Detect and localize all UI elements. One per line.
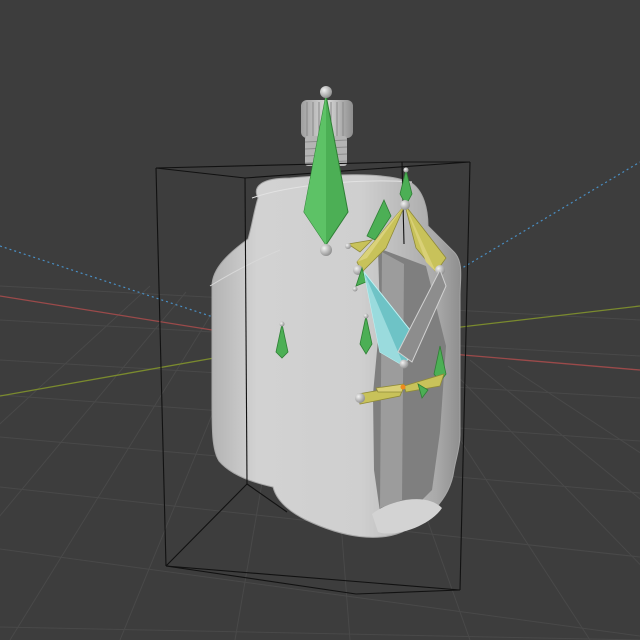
viewport-scene[interactable] (0, 0, 640, 640)
bottle-inner-wall (380, 252, 404, 508)
bone-bottom-left-joint[interactable] (355, 393, 365, 403)
bone-cap-head-joint[interactable] (320, 86, 332, 98)
bone-cap-tail-joint[interactable] (320, 244, 332, 256)
active-joint[interactable] (400, 384, 406, 390)
bone-shoulder-joint[interactable] (400, 200, 410, 210)
bone-selected-tail-joint[interactable] (399, 359, 409, 369)
3d-viewport[interactable] (0, 0, 640, 640)
